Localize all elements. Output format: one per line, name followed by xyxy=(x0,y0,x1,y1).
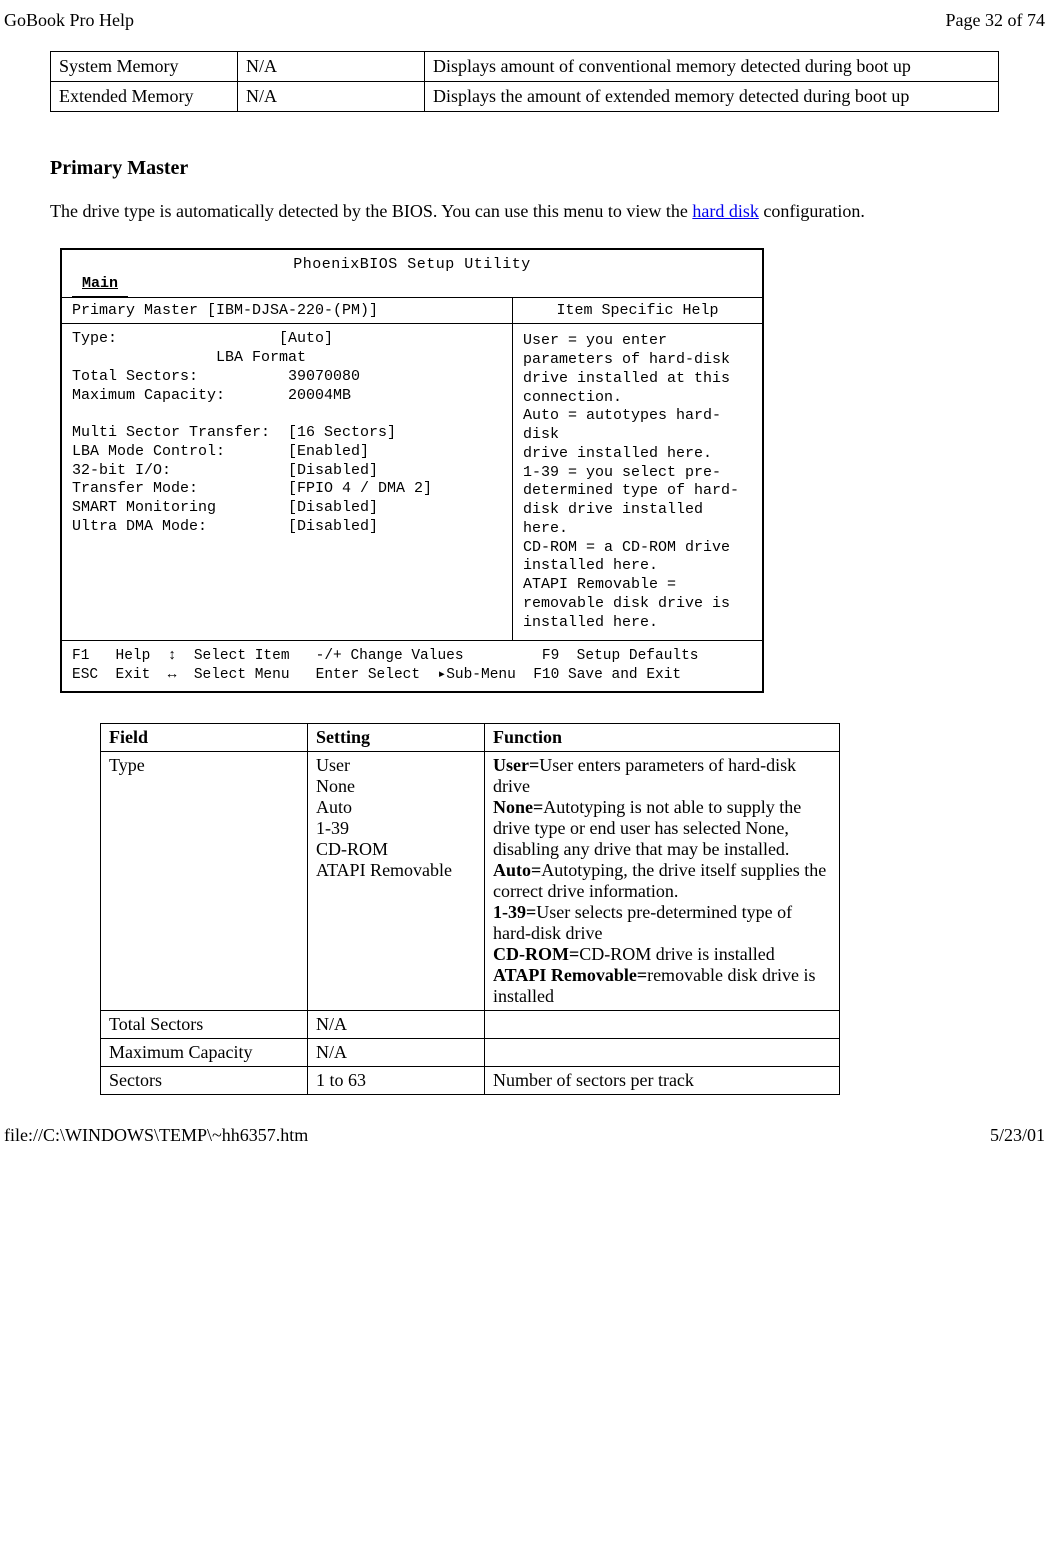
bios-right-panel: User = you enter parameters of hard-disk… xyxy=(513,324,762,640)
memory-table: System Memory N/A Displays amount of con… xyxy=(50,51,999,112)
cell-function xyxy=(485,1039,840,1067)
cell-field: Total Sectors xyxy=(101,1011,308,1039)
cell-field: Maximum Capacity xyxy=(101,1039,308,1067)
header-setting: Setting xyxy=(308,724,485,752)
bios-footer: F1 Help ↕ Select Item -/+ Change Values … xyxy=(62,641,762,691)
bios-tab-main: Main xyxy=(72,275,128,297)
bios-header-row: Primary Master [IBM-DJSA-220-(PM)] Item … xyxy=(62,297,762,324)
content-area: System Memory N/A Displays amount of con… xyxy=(0,51,1049,1095)
bios-header-left: Primary Master [IBM-DJSA-220-(PM)] xyxy=(62,298,513,323)
intro-text-after: configuration. xyxy=(759,201,865,221)
table-row: System Memory N/A Displays amount of con… xyxy=(51,52,999,82)
table-row: Maximum Capacity N/A xyxy=(101,1039,840,1067)
cell-function xyxy=(485,1011,840,1039)
cell-function: Displays amount of conventional memory d… xyxy=(425,52,999,82)
cell-field: Sectors xyxy=(101,1067,308,1095)
hard-disk-link[interactable]: hard disk xyxy=(692,201,759,221)
cell-setting: N/A xyxy=(308,1011,485,1039)
intro-paragraph: The drive type is automatically detected… xyxy=(50,200,999,223)
cell-function: Displays the amount of extended memory d… xyxy=(425,82,999,112)
bios-screenshot: PhoenixBIOS Setup Utility Main Primary M… xyxy=(60,248,764,693)
cell-field: Type xyxy=(101,752,308,1011)
page-footer: file://C:\WINDOWS\TEMP\~hh6357.htm 5/23/… xyxy=(0,1095,1049,1156)
footer-date: 5/23/01 xyxy=(990,1125,1045,1146)
cell-function: Number of sectors per track xyxy=(485,1067,840,1095)
cell-setting: N/A xyxy=(308,1039,485,1067)
cell-function: User=User enters parameters of hard-disk… xyxy=(485,752,840,1011)
cell-field: System Memory xyxy=(51,52,238,82)
file-path: file://C:\WINDOWS\TEMP\~hh6357.htm xyxy=(4,1125,308,1146)
table-row: Total Sectors N/A xyxy=(101,1011,840,1039)
header-function: Function xyxy=(485,724,840,752)
doc-title: GoBook Pro Help xyxy=(4,10,134,31)
table-row: Type User None Auto 1-39 CD-ROM ATAPI Re… xyxy=(101,752,840,1011)
bios-title: PhoenixBIOS Setup Utility xyxy=(62,250,762,275)
header-field: Field xyxy=(101,724,308,752)
table-row: Extended Memory N/A Displays the amount … xyxy=(51,82,999,112)
intro-text-before: The drive type is automatically detected… xyxy=(50,201,692,221)
bios-header-right: Item Specific Help xyxy=(513,298,762,323)
table-row: Sectors 1 to 63 Number of sectors per tr… xyxy=(101,1067,840,1095)
cell-setting: N/A xyxy=(238,82,425,112)
bios-left-panel: Type: [Auto] LBA Format Total Sectors: 3… xyxy=(62,324,513,640)
cell-field: Extended Memory xyxy=(51,82,238,112)
page-header: GoBook Pro Help Page 32 of 74 xyxy=(0,0,1049,51)
cell-setting: User None Auto 1-39 CD-ROM ATAPI Removab… xyxy=(308,752,485,1011)
table-header-row: Field Setting Function xyxy=(101,724,840,752)
page-indicator: Page 32 of 74 xyxy=(946,10,1045,31)
section-heading: Primary Master xyxy=(50,157,999,180)
bios-body: Type: [Auto] LBA Format Total Sectors: 3… xyxy=(62,324,762,641)
cell-setting: N/A xyxy=(238,52,425,82)
fields-table: Field Setting Function Type User None Au… xyxy=(100,723,840,1095)
cell-setting: 1 to 63 xyxy=(308,1067,485,1095)
